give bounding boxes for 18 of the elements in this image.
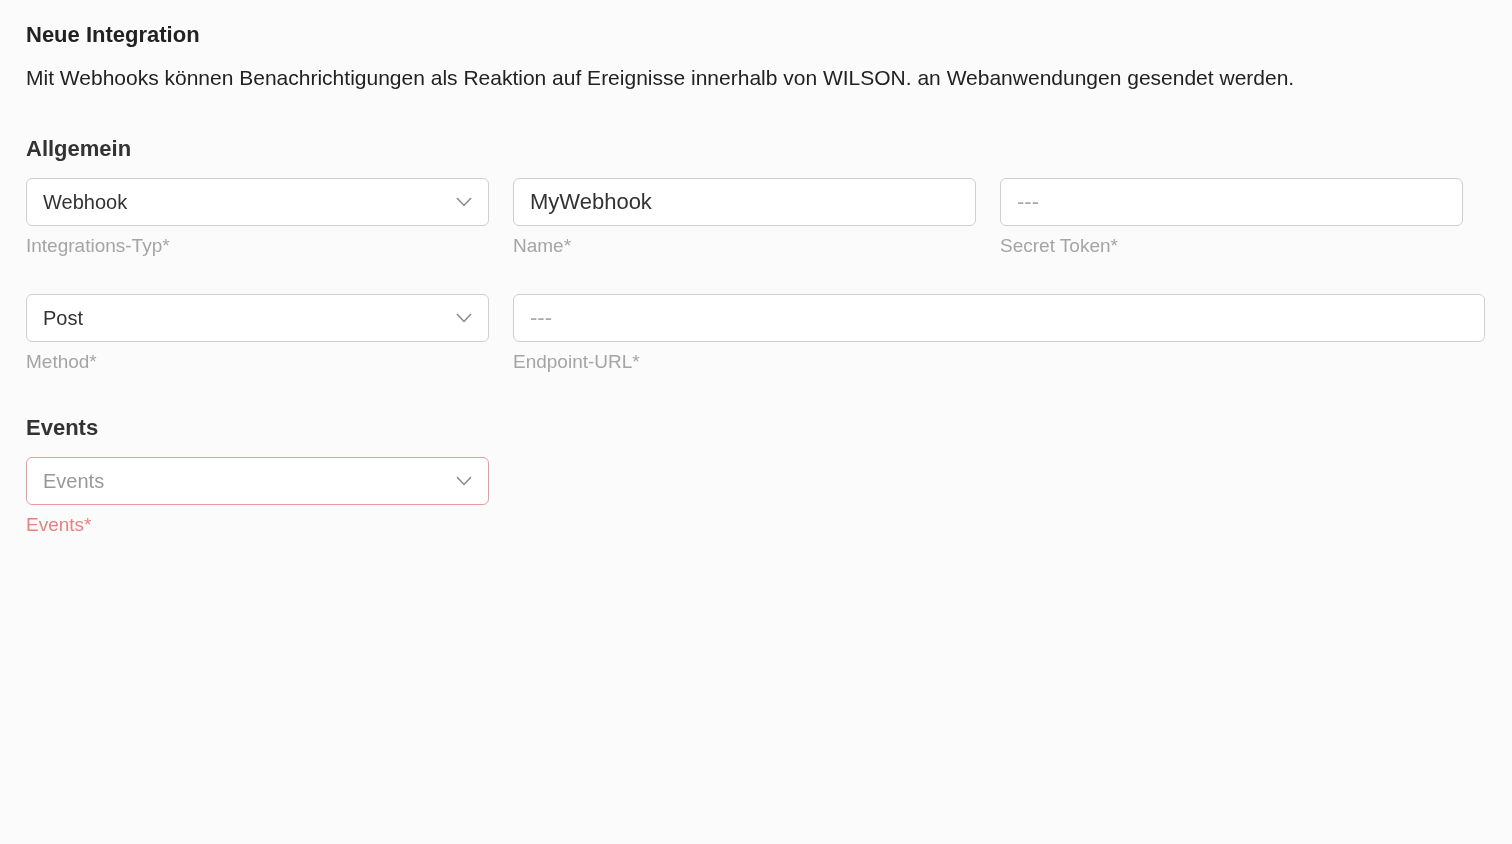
page-title: Neue Integration (26, 22, 200, 48)
input-field[interactable]: --- (513, 294, 1485, 342)
field-label: Integrations-Typ* (26, 235, 170, 257)
input-field[interactable]: MyWebhook (513, 178, 976, 226)
dropdown[interactable]: Webhook (26, 178, 489, 226)
chevron-down-icon (456, 313, 472, 323)
section-heading: Allgemein (26, 136, 132, 162)
field-label: Name* (513, 235, 572, 257)
field-label: Secret Token* (1000, 235, 1118, 257)
field-label: Endpoint-URL* (513, 351, 640, 373)
dropdown[interactable]: Post (26, 294, 489, 342)
input-field[interactable]: --- (1000, 178, 1463, 226)
chevron-down-icon (456, 476, 472, 486)
field-label: Events* (26, 514, 92, 536)
description-text: Mit Webhooks können Benachrichtigungen als Reaktion auf Ereignisse innerhalb von WILSON. an Webanwendungen gesendet werden. (26, 66, 1296, 90)
chevron-down-icon (456, 197, 472, 207)
field-label: Method* (26, 351, 97, 373)
section-heading: Events (26, 415, 99, 441)
